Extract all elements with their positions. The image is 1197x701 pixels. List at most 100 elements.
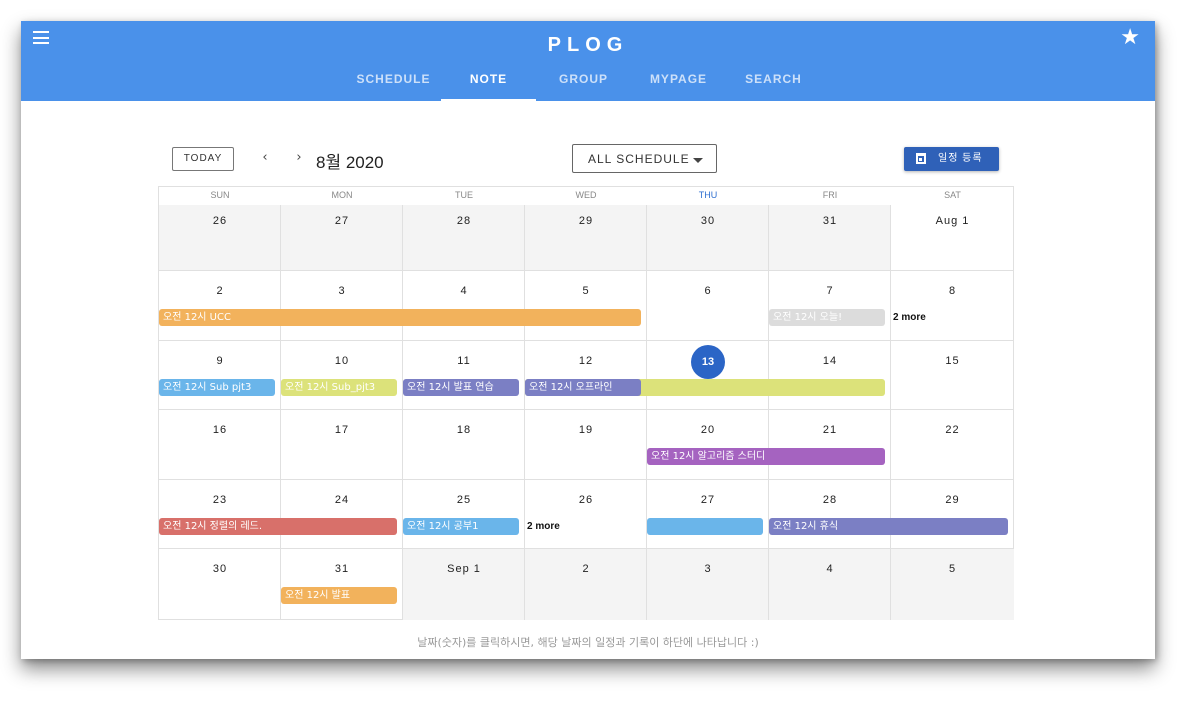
day-number[interactable]: 31 <box>281 563 403 575</box>
day-cell[interactable] <box>281 271 403 341</box>
day-cell[interactable] <box>647 549 769 620</box>
day-number[interactable]: 31 <box>769 215 891 227</box>
day-number[interactable]: 29 <box>525 215 647 227</box>
day-number[interactable]: 6 <box>647 285 769 297</box>
next-month-button[interactable]: › <box>292 149 306 167</box>
day-cell[interactable] <box>159 549 281 620</box>
day-cell[interactable] <box>769 549 891 620</box>
day-cell[interactable] <box>159 410 281 480</box>
day-number[interactable]: 19 <box>525 424 647 436</box>
event-chip[interactable]: 오전 12시 알고리즘 스터디 <box>647 448 885 465</box>
day-cell[interactable] <box>525 271 647 341</box>
day-number[interactable]: 27 <box>647 494 769 506</box>
day-cell[interactable] <box>525 480 647 549</box>
prev-month-button[interactable]: ‹ <box>258 149 272 167</box>
day-number[interactable]: 24 <box>281 494 403 506</box>
day-number[interactable]: 30 <box>159 563 281 575</box>
day-cell[interactable] <box>647 480 769 549</box>
day-cell[interactable] <box>159 480 281 549</box>
tab-schedule[interactable]: SCHEDULE <box>346 66 441 101</box>
day-number[interactable]: 8 <box>891 285 1014 297</box>
day-cell[interactable] <box>403 271 525 341</box>
schedule-filter-dropdown[interactable]: ALL SCHEDULE <box>572 144 717 173</box>
day-number[interactable]: 30 <box>647 215 769 227</box>
event-chip[interactable]: 오전 12시 공부1 <box>403 518 519 535</box>
day-number[interactable]: 26 <box>159 215 281 227</box>
day-cell[interactable] <box>403 549 525 620</box>
today-date-marker[interactable]: 13 <box>691 345 725 379</box>
day-number[interactable]: 2 <box>525 563 647 575</box>
day-cell[interactable] <box>891 549 1014 620</box>
day-number[interactable]: 17 <box>281 424 403 436</box>
day-cell[interactable] <box>891 271 1014 341</box>
day-cell[interactable] <box>281 410 403 480</box>
tab-search[interactable]: SEARCH <box>726 66 821 101</box>
day-cell[interactable] <box>647 271 769 341</box>
day-number[interactable]: 22 <box>891 424 1014 436</box>
day-cell[interactable] <box>525 341 647 410</box>
day-number[interactable]: 5 <box>525 285 647 297</box>
day-cell[interactable] <box>769 480 891 549</box>
day-number[interactable]: 2 <box>159 285 281 297</box>
day-number[interactable]: 20 <box>647 424 769 436</box>
event-chip[interactable]: 오전 12시 Sub pjt3 <box>159 379 275 396</box>
day-number[interactable]: 3 <box>647 563 769 575</box>
day-cell[interactable] <box>525 549 647 620</box>
day-number[interactable]: 5 <box>891 563 1014 575</box>
day-cell[interactable] <box>647 410 769 480</box>
day-cell[interactable] <box>159 341 281 410</box>
day-number[interactable]: 25 <box>403 494 525 506</box>
day-number[interactable]: 9 <box>159 355 281 367</box>
day-number[interactable]: 12 <box>525 355 647 367</box>
day-number[interactable]: 27 <box>281 215 403 227</box>
day-number[interactable]: 4 <box>769 563 891 575</box>
day-cell[interactable] <box>891 410 1014 480</box>
add-schedule-button[interactable]: 일정 등록 <box>904 147 999 171</box>
day-cell[interactable] <box>159 271 281 341</box>
day-number[interactable]: 18 <box>403 424 525 436</box>
event-chip[interactable]: 오전 12시 발표 연습 <box>403 379 519 396</box>
day-number[interactable]: 14 <box>769 355 891 367</box>
day-number[interactable]: 7 <box>769 285 891 297</box>
day-number[interactable]: 15 <box>891 355 1014 367</box>
more-events-link[interactable]: 2 more <box>893 309 926 326</box>
day-number[interactable]: 4 <box>403 285 525 297</box>
day-cell[interactable] <box>281 549 403 620</box>
tab-mypage[interactable]: MYPAGE <box>631 66 726 101</box>
day-number[interactable]: 21 <box>769 424 891 436</box>
event-chip[interactable]: 오전 12시 휴식 <box>769 518 1008 535</box>
day-cell[interactable] <box>525 410 647 480</box>
event-chip[interactable]: 오전 12시 발표 <box>281 587 397 604</box>
day-number[interactable]: 28 <box>769 494 891 506</box>
tab-group[interactable]: GROUP <box>536 66 631 101</box>
day-number[interactable]: Sep 1 <box>403 563 525 575</box>
day-number[interactable]: 3 <box>281 285 403 297</box>
event-chip[interactable]: 오전 12시 오프라인 <box>525 379 641 396</box>
event-chip[interactable]: 오전 12시 정렬의 레드. <box>159 518 397 535</box>
today-button[interactable]: TODAY <box>172 147 234 171</box>
day-cell[interactable] <box>403 480 525 549</box>
day-cell[interactable] <box>281 341 403 410</box>
event-chip[interactable]: 오전 12시 오늘! <box>769 309 885 326</box>
day-cell[interactable] <box>769 410 891 480</box>
event-chip[interactable] <box>647 518 763 535</box>
day-cell[interactable] <box>891 341 1014 410</box>
day-number[interactable]: 11 <box>403 355 525 367</box>
day-cell[interactable] <box>403 410 525 480</box>
day-number[interactable]: 26 <box>525 494 647 506</box>
tab-note[interactable]: NOTE <box>441 66 536 101</box>
day-number[interactable]: 16 <box>159 424 281 436</box>
day-cell[interactable] <box>403 341 525 410</box>
day-cell[interactable] <box>891 480 1014 549</box>
event-chip[interactable]: 오전 12시 UCC <box>159 309 641 326</box>
day-number[interactable]: 28 <box>403 215 525 227</box>
day-number[interactable]: 23 <box>159 494 281 506</box>
day-cell[interactable] <box>769 271 891 341</box>
event-chip[interactable]: 오전 12시 Sub_pjt3 <box>281 379 397 396</box>
day-cell[interactable] <box>769 341 891 410</box>
day-number[interactable]: 29 <box>891 494 1014 506</box>
star-icon[interactable]: ★ <box>1120 25 1140 51</box>
more-events-link[interactable]: 2 more <box>527 518 560 535</box>
day-number[interactable]: Aug 1 <box>891 215 1014 227</box>
day-number[interactable]: 10 <box>281 355 403 367</box>
